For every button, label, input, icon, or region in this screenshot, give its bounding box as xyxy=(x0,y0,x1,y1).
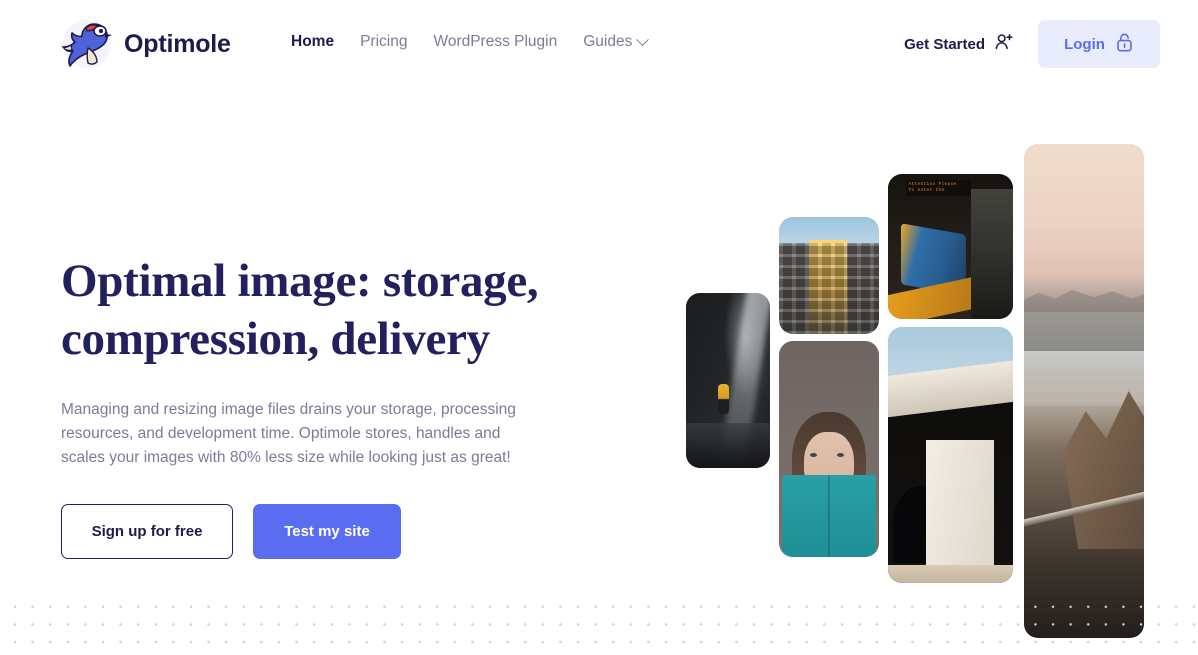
nav-item-home-label: Home xyxy=(291,33,335,50)
woman-reading-photo xyxy=(779,341,879,557)
sign-up-for-free-button[interactable]: Sign up for free xyxy=(61,504,233,559)
user-plus-icon xyxy=(994,32,1014,56)
hero-title: Optimal image: storage, compression, del… xyxy=(61,252,561,368)
cave-explorer-photo xyxy=(686,293,770,468)
nav-item-wordpress-plugin-label: WordPress Plugin xyxy=(433,33,558,50)
coastal-sunset-photo xyxy=(1024,144,1144,638)
dot-grid-decoration xyxy=(0,592,1198,655)
hero-section: Optimal image: storage, compression, del… xyxy=(61,252,561,559)
login-button[interactable]: Login xyxy=(1038,20,1160,68)
nav-item-pricing[interactable]: Pricing xyxy=(360,33,407,51)
train-station-photo: Attention Please To enter the xyxy=(888,174,1013,319)
nav-item-guides-label: Guides xyxy=(583,33,633,50)
get-started-button[interactable]: Get Started xyxy=(904,32,1014,56)
lock-icon xyxy=(1115,32,1134,57)
nav-item-home[interactable]: Home xyxy=(291,33,334,51)
landing-page: Optimole Home Pricing WordPress Plugin G… xyxy=(0,0,1198,655)
nav-item-pricing-label: Pricing xyxy=(360,33,408,50)
login-label: Login xyxy=(1064,35,1105,53)
hero-title-line-2: compression, delivery xyxy=(61,313,490,365)
concrete-bridge-photo xyxy=(888,327,1013,583)
primary-navigation: Home Pricing WordPress Plugin Guides xyxy=(291,32,650,51)
hero-subtitle: Managing and resizing image files drains… xyxy=(61,401,516,466)
get-started-label: Get Started xyxy=(904,35,985,53)
nav-item-guides[interactable]: Guides xyxy=(583,32,650,51)
chevron-down-icon xyxy=(636,32,650,46)
brand-logo-link[interactable]: Optimole xyxy=(61,18,231,70)
hero-cta-row: Sign up for free Test my site xyxy=(61,504,561,559)
nav-item-wordpress-plugin[interactable]: WordPress Plugin xyxy=(433,33,557,51)
test-my-site-button[interactable]: Test my site xyxy=(253,504,401,559)
hero-title-line-1: Optimal image: storage, xyxy=(61,255,539,307)
brand-name: Optimole xyxy=(124,29,231,58)
optimole-mole-logo-icon xyxy=(61,18,115,70)
building-facade-photo xyxy=(779,217,879,334)
header-actions: Get Started Login xyxy=(904,20,1160,68)
site-header: Optimole Home Pricing WordPress Plugin G… xyxy=(0,0,1198,88)
